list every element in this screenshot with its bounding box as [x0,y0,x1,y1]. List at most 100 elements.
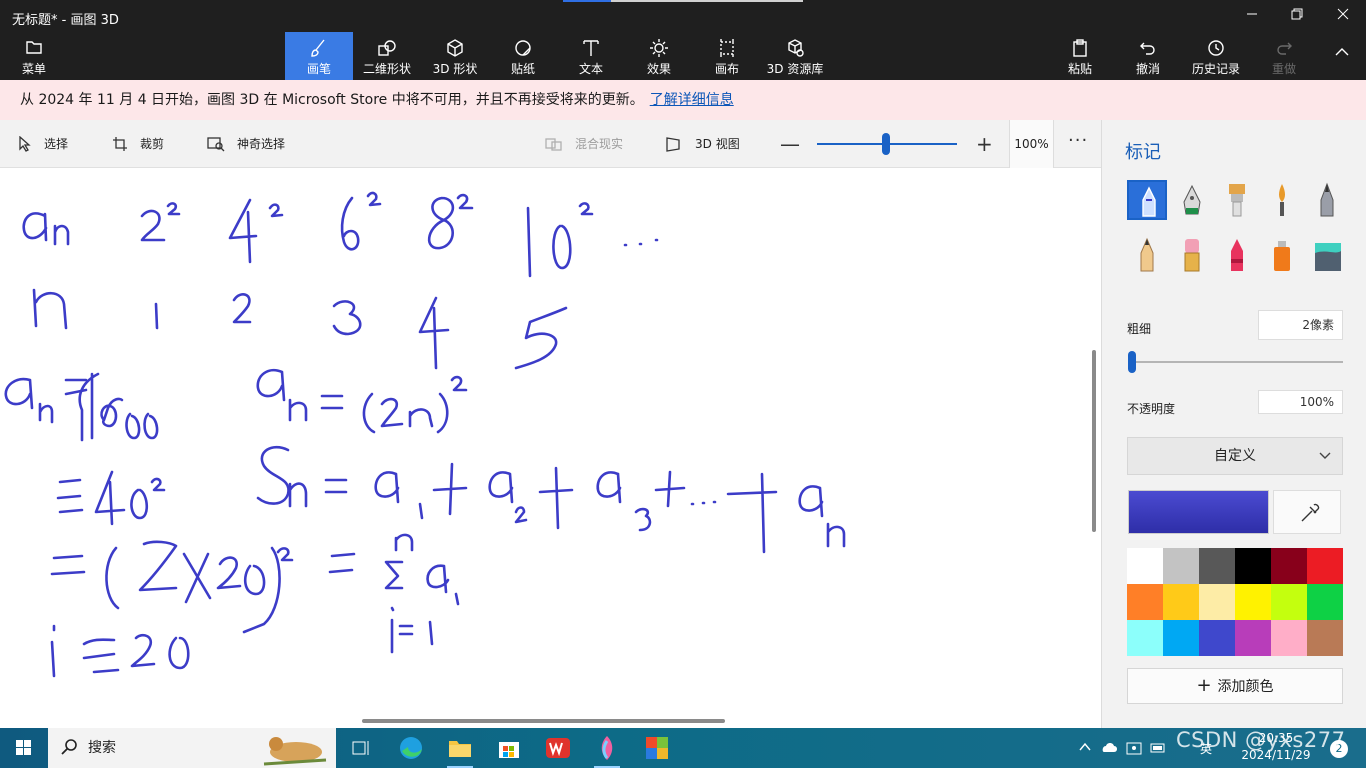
color-swatch[interactable] [1307,620,1343,656]
color-swatch[interactable] [1199,620,1235,656]
crop-icon [113,137,127,151]
spray-can-icon [1274,241,1290,271]
color-swatch[interactable] [1235,584,1271,620]
more-options-button[interactable]: ··· [1068,130,1088,151]
taskbar-search[interactable]: 搜索 [48,728,336,768]
windows-logo-icon [16,740,31,755]
wps-button[interactable] [543,733,573,763]
file-explorer-button[interactable] [445,733,475,768]
preset-dropdown[interactable]: 自定义 [1127,437,1343,475]
color-swatch[interactable] [1127,584,1163,620]
color-swatch[interactable] [1163,584,1199,620]
magic-select-icon [207,137,225,152]
brush-calligraphy[interactable] [1172,180,1212,220]
current-color-swatch[interactable] [1128,490,1269,534]
color-swatch[interactable] [1199,548,1235,584]
thickness-input[interactable]: 2像素 [1258,310,1343,340]
close-button[interactable] [1320,4,1366,28]
3d-view-label: 3D 视图 [695,137,740,151]
select-tool[interactable]: 选择 [18,120,68,168]
mixed-reality-button[interactable]: 混合现实 [545,120,623,168]
eyedropper-button[interactable] [1273,490,1341,534]
edge-button[interactable] [396,733,426,763]
title-and-ribbon: 无标题* - 画图 3D 菜单 画笔 二维形状 3D 形状 贴纸 文本 效果 画… [0,0,1366,80]
watercolor-icon [1279,184,1285,216]
store-button[interactable] [494,733,524,763]
color-swatch[interactable] [1271,584,1307,620]
history-button[interactable]: 历史记录 [1186,32,1246,80]
search-label: 搜索 [88,740,116,756]
color-swatch[interactable] [1127,548,1163,584]
color-swatch[interactable] [1307,584,1343,620]
start-button[interactable] [0,728,48,768]
tab-stickers[interactable]: 贴纸 [489,32,557,80]
drawing-canvas[interactable] [0,168,1101,728]
color-swatch[interactable] [1199,584,1235,620]
tab-3d-shapes[interactable]: 3D 形状 [421,32,489,80]
paint3d-window: 无标题* - 画图 3D 菜单 画笔 二维形状 3D 形状 贴纸 文本 效果 画… [0,0,1366,768]
restore-button[interactable] [1274,4,1320,28]
tab-3d-library[interactable]: 3D 资源库 [761,32,829,80]
canvas-icon [720,39,734,57]
color-swatch[interactable] [1163,620,1199,656]
battery-icon[interactable] [1150,740,1168,756]
brush-eraser[interactable] [1172,235,1212,275]
learn-more-link[interactable]: 了解详细信息 [650,92,734,108]
minimize-button[interactable] [1229,4,1275,28]
vertical-scrollbar[interactable] [1092,350,1096,532]
chevron-up-icon[interactable] [1078,740,1092,754]
brush-pixel-pen[interactable] [1307,180,1347,220]
horizontal-scrollbar[interactable] [362,719,725,723]
brush-marker[interactable] [1127,180,1167,220]
zoom-slider-thumb[interactable] [882,133,890,155]
redo-label: 重做 [1271,62,1296,76]
zoom-in-button[interactable]: + [976,132,993,156]
paint3d-button[interactable] [592,733,622,768]
brush-watercolor[interactable] [1262,180,1302,220]
zoom-out-button[interactable]: — [780,132,800,156]
task-view-button[interactable] [346,733,376,763]
redo-icon [1277,42,1292,55]
zoom-value[interactable]: 100% [1009,120,1054,168]
menu-button[interactable]: 菜单 [10,32,58,80]
opacity-input[interactable]: 100% [1258,390,1343,414]
thickness-slider-thumb[interactable] [1128,351,1136,373]
3d-view-button[interactable]: 3D 视图 [665,120,740,168]
tab-canvas[interactable]: 画布 [693,32,761,80]
brush-spray[interactable] [1262,235,1302,275]
crop-tool[interactable]: 裁剪 [112,120,164,168]
undo-button[interactable]: 撤消 [1124,32,1172,80]
tab-2d-shapes[interactable]: 二维形状 [353,32,421,80]
mixed-reality-icon [545,138,562,151]
color-swatch[interactable] [1127,620,1163,656]
paste-button[interactable]: 粘贴 [1056,32,1104,80]
add-color-label: 添加颜色 [1217,679,1274,695]
csdn-watermark: CSDN @yxs277 [1176,728,1346,752]
color-swatch[interactable] [1235,620,1271,656]
color-swatch[interactable] [1235,548,1271,584]
deprecation-notice: 从 2024 年 11 月 4 日开始，画图 3D 在 Microsoft St… [0,80,1366,120]
brush-pencil[interactable] [1127,235,1167,275]
color-swatch[interactable] [1271,548,1307,584]
redo-button[interactable]: 重做 [1260,32,1308,80]
collapse-ribbon-button[interactable] [1324,32,1360,80]
brush-icon [311,39,325,57]
brush-oil[interactable] [1217,180,1257,220]
color-palette [1127,548,1343,656]
sticker-icon [515,40,531,56]
cloud-icon[interactable] [1100,740,1118,754]
magic-select-tool[interactable]: 神奇选择 [207,120,285,168]
app-button[interactable] [642,733,672,763]
thickness-slider-track[interactable] [1132,361,1343,363]
tab-brushes[interactable]: 画笔 [285,32,353,80]
color-swatch[interactable] [1307,548,1343,584]
color-swatch[interactable] [1163,548,1199,584]
security-icon[interactable] [1125,740,1143,756]
brush-crayon[interactable] [1217,235,1257,275]
canvas-toolbar: 选择 裁剪 神奇选择 混合现实 3D 视图 — + 100% ··· [0,120,1101,168]
color-swatch[interactable] [1271,620,1307,656]
tab-effects[interactable]: 效果 [625,32,693,80]
brush-fill[interactable] [1307,235,1347,275]
tab-text[interactable]: 文本 [557,32,625,80]
add-color-button[interactable]: + 添加颜色 [1127,668,1343,704]
